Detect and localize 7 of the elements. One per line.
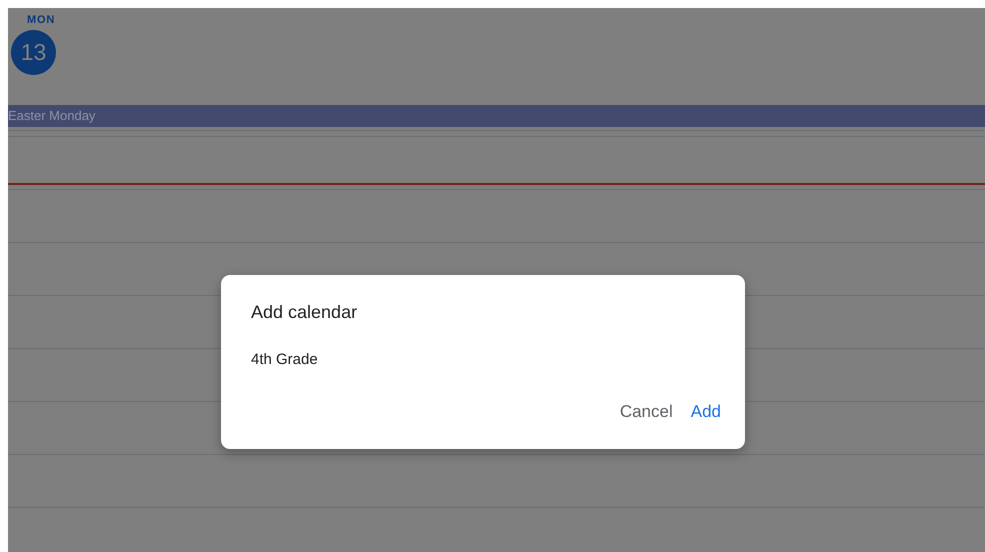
date-number[interactable]: 13 <box>11 30 56 75</box>
weekday-label: MON <box>27 14 56 26</box>
cancel-button[interactable]: Cancel <box>618 398 675 426</box>
dialog-title: Add calendar <box>251 302 358 323</box>
add-button[interactable]: Add <box>688 398 723 426</box>
calendar-name: 4th Grade <box>251 351 319 368</box>
all-day-event[interactable]: Easter Monday <box>8 105 985 127</box>
